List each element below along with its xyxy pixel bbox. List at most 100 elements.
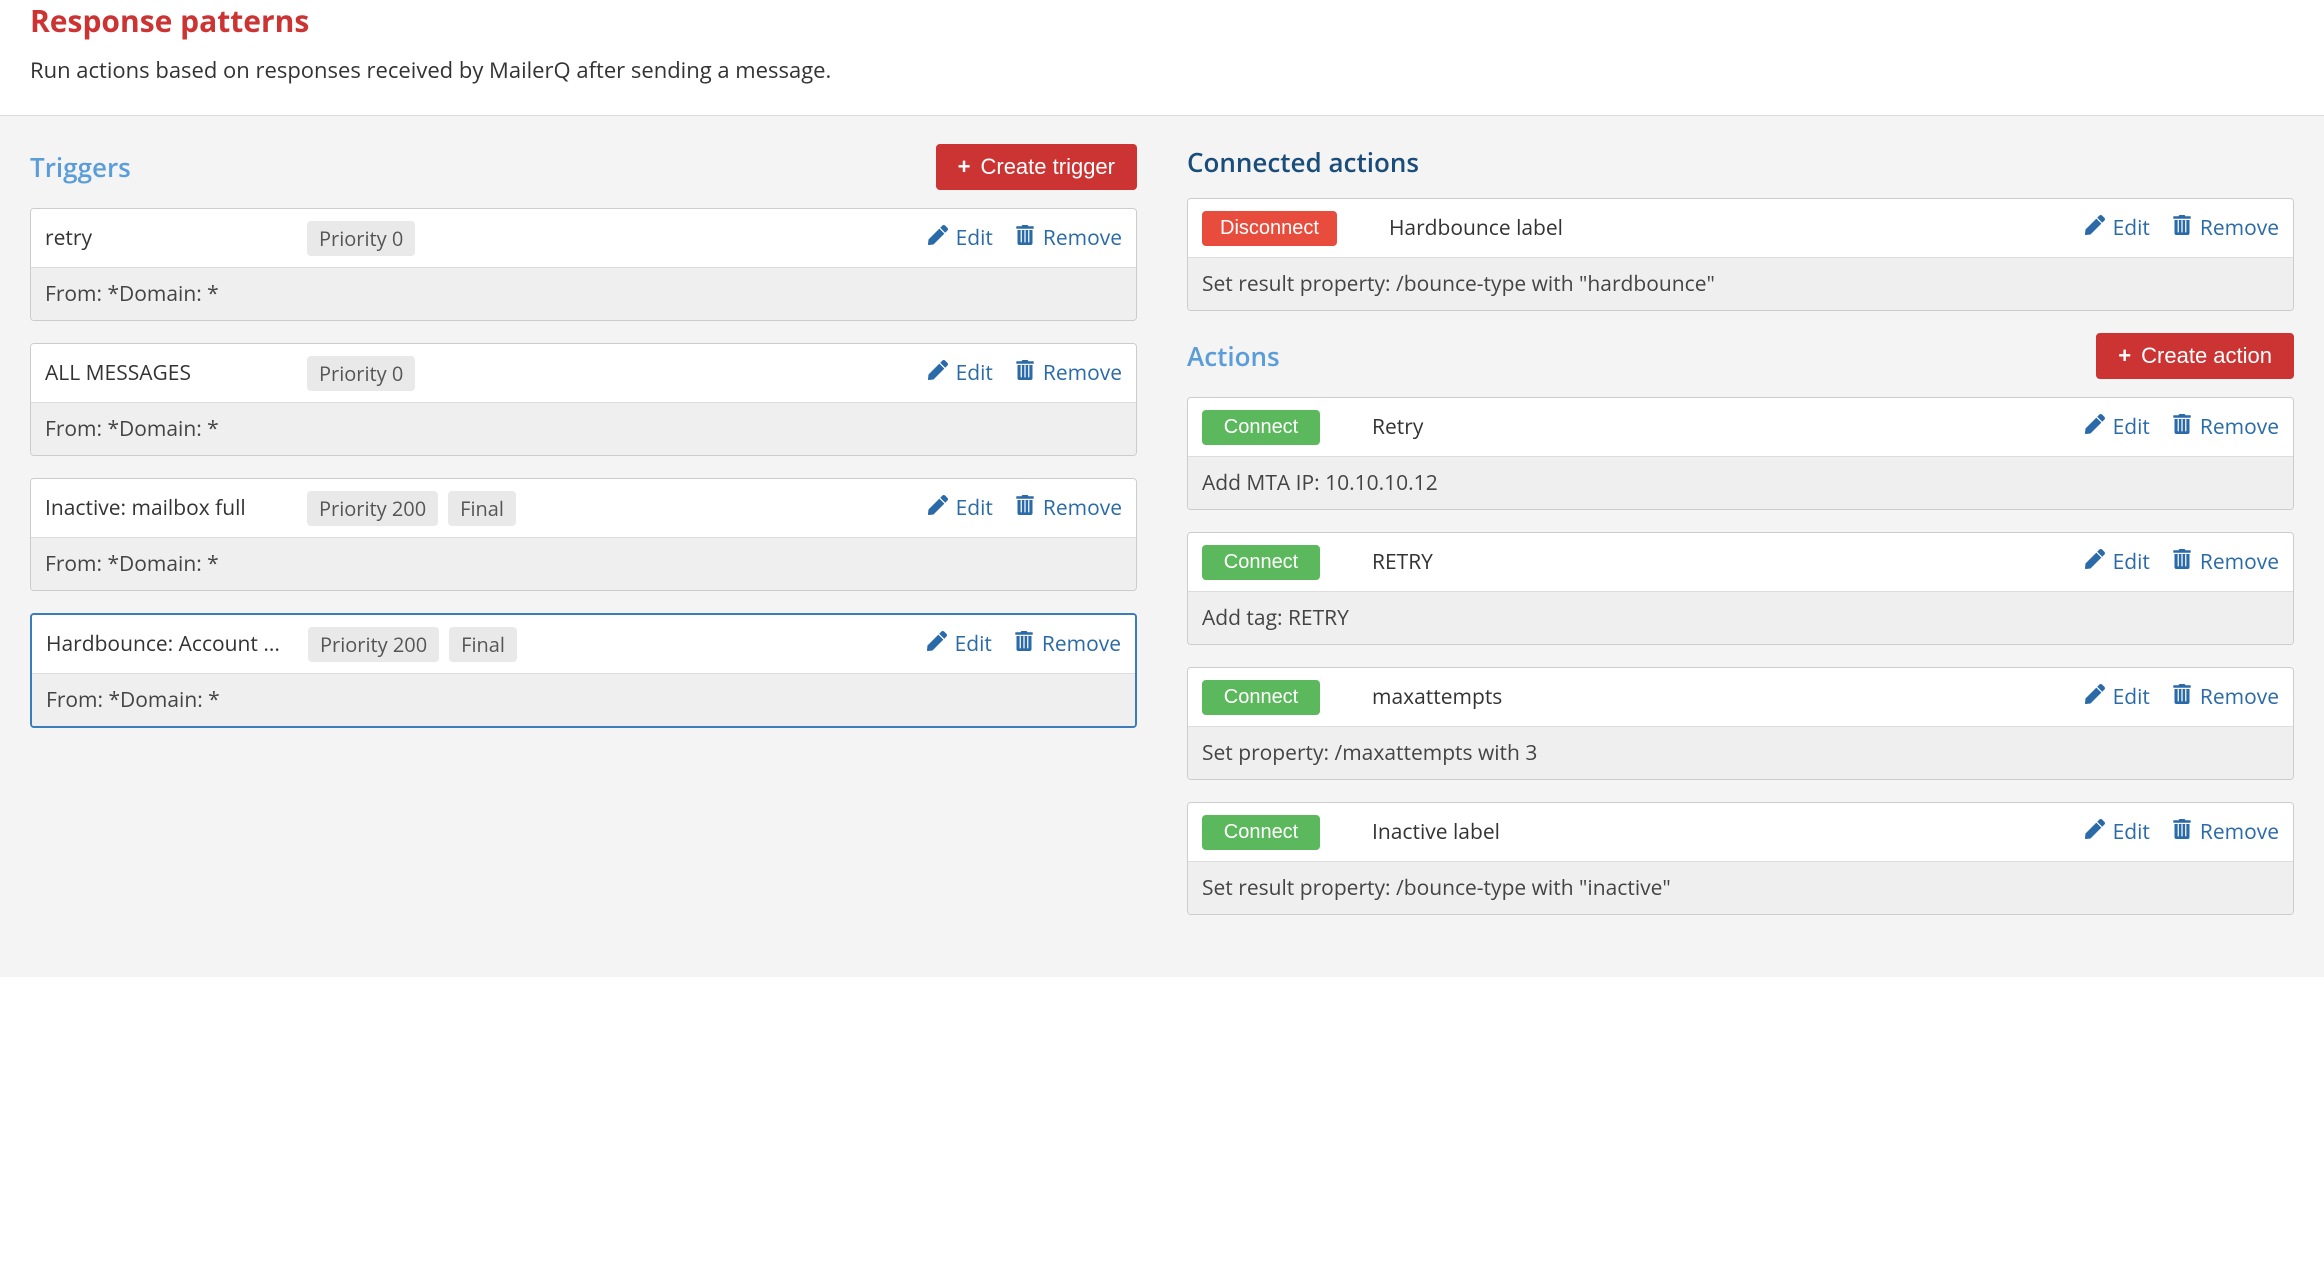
final-badge: Final — [449, 627, 517, 662]
create-action-label: Create action — [2141, 343, 2272, 369]
trigger-badges: Priority 200 Final — [307, 491, 916, 526]
remove-label: Remove — [2200, 548, 2279, 576]
action-name: Retry — [1372, 413, 2073, 441]
plus-icon: + — [2118, 345, 2131, 367]
priority-badge: Priority 200 — [307, 491, 438, 526]
pencil-icon — [928, 359, 948, 387]
pencil-icon — [2085, 413, 2105, 441]
connect-button[interactable]: Connect — [1202, 545, 1320, 580]
remove-link[interactable]: Remove — [2172, 818, 2279, 846]
disconnect-button[interactable]: Disconnect — [1202, 211, 1337, 246]
action-card: Connect RETRY Edit Remove Add tag: RETRY — [1187, 532, 2294, 645]
trigger-detail: From: *Domain: * — [32, 673, 1135, 726]
edit-label: Edit — [2113, 683, 2150, 711]
action-card: Connect maxattempts Edit Remove Set property… — [1187, 667, 2294, 780]
edit-label: Edit — [2113, 548, 2150, 576]
actions-heading: Actions — [1187, 338, 1280, 374]
priority-badge: Priority 0 — [307, 221, 415, 256]
edit-link[interactable]: Edit — [2085, 683, 2150, 711]
remove-label: Remove — [2200, 683, 2279, 711]
action-card: DisconnectHardbounce labelEditRemoveSet … — [1187, 198, 2294, 311]
edit-link[interactable]: Edit — [928, 224, 993, 252]
actions-list: Connect Retry Edit Remove Add MTA IP: 10.10.… — [1187, 397, 2294, 915]
final-badge: Final — [448, 491, 516, 526]
trigger-detail: From: *Domain: * — [31, 267, 1136, 320]
action-name: Inactive label — [1372, 818, 2073, 846]
pencil-icon — [2085, 548, 2105, 576]
triggers-heading: Triggers — [30, 149, 131, 185]
trigger-detail: From: *Domain: * — [31, 537, 1136, 590]
action-card: Connect Retry Edit Remove Add MTA IP: 10.10.… — [1187, 397, 2294, 510]
edit-link[interactable]: Edit — [2085, 818, 2150, 846]
connect-button[interactable]: Connect — [1202, 680, 1320, 715]
edit-link[interactable]: Edit — [2085, 413, 2150, 441]
edit-link[interactable]: Edit — [2085, 548, 2150, 576]
remove-link[interactable]: Remove — [1015, 494, 1122, 522]
edit-label: Edit — [956, 494, 993, 522]
connect-button[interactable]: Connect — [1202, 815, 1320, 850]
trash-icon — [2172, 548, 2192, 576]
pencil-icon — [2085, 818, 2105, 846]
action-card: Connect Inactive label Edit Remove Set resul… — [1187, 802, 2294, 915]
create-trigger-button[interactable]: + Create trigger — [936, 144, 1137, 190]
create-trigger-label: Create trigger — [980, 154, 1115, 180]
remove-label: Remove — [1043, 359, 1122, 387]
remove-link[interactable]: Remove — [2172, 683, 2279, 711]
remove-label: Remove — [2200, 413, 2279, 441]
remove-link[interactable]: Remove — [2172, 413, 2279, 441]
connected-actions-list: DisconnectHardbounce labelEditRemoveSet … — [1187, 198, 2294, 311]
edit-label: Edit — [956, 359, 993, 387]
plus-icon: + — [958, 156, 971, 178]
trash-icon — [2172, 683, 2192, 711]
edit-link[interactable]: Edit — [2085, 214, 2150, 242]
pencil-icon — [927, 630, 947, 658]
trigger-name: Hardbounce: Account ... — [46, 630, 296, 658]
edit-label: Edit — [2113, 413, 2150, 441]
trigger-name: ALL MESSAGES — [45, 359, 295, 387]
trash-icon — [2172, 214, 2192, 242]
triggers-list: retry Priority 0 Edit Remove From: *Domain: … — [30, 208, 1137, 728]
trash-icon — [2172, 818, 2192, 846]
connected-actions-heading: Connected actions — [1187, 144, 1419, 180]
edit-label: Edit — [955, 630, 992, 658]
remove-label: Remove — [2200, 818, 2279, 846]
priority-badge: Priority 0 — [307, 356, 415, 391]
remove-link[interactable]: Remove — [1015, 359, 1122, 387]
edit-label: Edit — [2113, 214, 2150, 242]
remove-label: Remove — [2200, 214, 2279, 242]
remove-link[interactable]: Remove — [2172, 214, 2279, 242]
action-name: maxattempts — [1372, 683, 2073, 711]
trash-icon — [1015, 494, 1035, 522]
trigger-name: retry — [45, 224, 295, 252]
remove-link[interactable]: Remove — [2172, 548, 2279, 576]
edit-link[interactable]: Edit — [928, 359, 993, 387]
trash-icon — [2172, 413, 2192, 441]
edit-label: Edit — [956, 224, 993, 252]
pencil-icon — [928, 494, 948, 522]
page-description: Run actions based on responses received … — [30, 55, 2294, 85]
action-detail: Set result property: /bounce-type with "… — [1188, 861, 2293, 914]
create-action-button[interactable]: + Create action — [2096, 333, 2294, 379]
action-detail: Add MTA IP: 10.10.10.12 — [1188, 456, 2293, 509]
main-content: Triggers + Create trigger retry Priority … — [0, 115, 2324, 977]
trigger-badges: Priority 200Final — [308, 627, 915, 662]
action-name: RETRY — [1372, 548, 2073, 576]
edit-link[interactable]: Edit — [927, 630, 992, 658]
pencil-icon — [928, 224, 948, 252]
trigger-card[interactable]: retry Priority 0 Edit Remove From: *Domain: … — [30, 208, 1137, 321]
connect-button[interactable]: Connect — [1202, 410, 1320, 445]
trigger-card[interactable]: Hardbounce: Account ... Priority 200Final… — [30, 613, 1137, 728]
trash-icon — [1015, 359, 1035, 387]
trash-icon — [1015, 224, 1035, 252]
triggers-column: Triggers + Create trigger retry Priority … — [30, 144, 1137, 937]
action-detail: Add tag: RETRY — [1188, 591, 2293, 644]
pencil-icon — [2085, 683, 2105, 711]
page-title: Response patterns — [30, 0, 2294, 41]
remove-link[interactable]: Remove — [1015, 224, 1122, 252]
edit-link[interactable]: Edit — [928, 494, 993, 522]
trigger-card[interactable]: Inactive: mailbox fullPriority 200FinalE… — [30, 478, 1137, 591]
remove-link[interactable]: Remove — [1014, 630, 1121, 658]
trigger-card[interactable]: ALL MESSAGESPriority 0EditRemoveFrom: *D… — [30, 343, 1137, 456]
trigger-badges: Priority 0 — [307, 221, 916, 256]
action-detail: Set property: /maxattempts with 3 — [1188, 726, 2293, 779]
